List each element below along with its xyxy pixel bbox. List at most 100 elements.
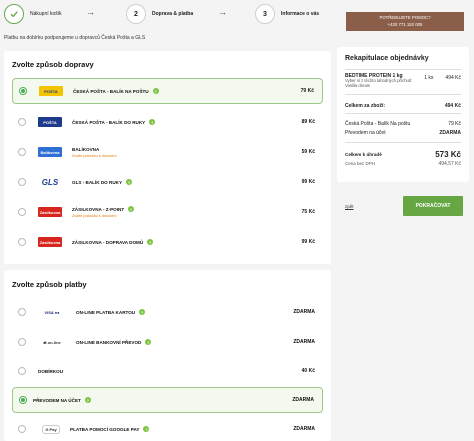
help-icon[interactable]: ?	[149, 119, 156, 125]
radio-button[interactable]	[19, 396, 27, 404]
delivery-section: Zvolte způsob dopravy POŠTA ČESKÁ POŠTA …	[4, 51, 331, 264]
card-logos: VISA ●●	[38, 307, 66, 317]
delivery-option[interactable]: Balíkovna BALÍKOVNA Zvolte pobočku k dor…	[12, 139, 323, 165]
back-link[interactable]: zpět	[345, 204, 354, 209]
payment-option-name: PŘEVODEM NA ÚČET	[33, 397, 81, 403]
help-icon[interactable]: ?	[145, 339, 152, 345]
radio-button[interactable]	[18, 148, 26, 156]
step-cart-label: Nákupní košík	[30, 11, 62, 17]
zasilkovna-logo: Zásilkovna	[38, 207, 62, 217]
radio-button[interactable]	[18, 238, 26, 246]
step-number: 2	[126, 4, 146, 24]
step-cart[interactable]: Nákupní košík	[4, 4, 62, 24]
vat-price: 494,57 Kč	[438, 161, 461, 167]
payment-price: ZDARMA	[439, 130, 461, 136]
payment-option[interactable]: DOBÍRKOU 40 Kč	[12, 358, 323, 384]
radio-button[interactable]	[18, 425, 26, 433]
support-phone: +420 771 152 005	[387, 22, 423, 27]
pickup-point-hint[interactable]: Zvolte pobočku k doručení	[72, 214, 302, 218]
order-summary: Rekapitulace objednávky BEDTIME PROTEIN …	[337, 47, 469, 182]
ceska-posta-logo: POŠTA	[38, 117, 62, 127]
delivery-title: Zvolte způsob dopravy	[12, 60, 94, 69]
radio-button[interactable]	[18, 367, 26, 375]
delivery-option-name: ČESKÁ POŠTA - BALÍK NA POŠTU	[73, 88, 149, 94]
payment-label: Převodem na účet	[345, 130, 386, 136]
step-number: 3	[255, 4, 275, 24]
help-icon[interactable]: ?	[84, 397, 91, 403]
payment-option-price: ZDARMA	[293, 339, 315, 345]
radio-button[interactable]	[18, 338, 26, 346]
gls-logo: GLS	[38, 177, 62, 187]
payment-option[interactable]: PŘEVODEM NA ÚČET? ZDARMA	[12, 387, 323, 413]
delivery-option-name: BALÍKOVNA	[72, 146, 100, 152]
delivery-option-name: ČESKÁ POŠTA - BALÍK DO RUKY	[72, 119, 146, 125]
support-button[interactable]: POTŘEBUJETE POMOC? +420 771 152 005	[346, 12, 464, 31]
total-label: Celkem k úhradě	[345, 152, 382, 157]
radio-button[interactable]	[18, 308, 26, 316]
delivery-option-price: 79 Kč	[300, 88, 314, 94]
delivery-option-price: 75 Kč	[301, 209, 315, 215]
delivery-option-name: GLS - BALÍK DO RUKY	[72, 179, 123, 185]
delivery-option-price: 59 Kč	[301, 149, 315, 155]
summary-title: Rekapitulace objednávky	[345, 55, 429, 62]
payment-option[interactable]: G Pay PLATBA POMOCÍ GOOGLE PAY? ZDARMA	[12, 416, 323, 441]
arrow-right-icon: →	[218, 7, 227, 17]
help-icon[interactable]: ?	[152, 88, 159, 94]
delivery-option-price: 89 Kč	[301, 119, 315, 125]
step-info: 3 Informace o vás	[255, 4, 319, 24]
delivery-option-price: 99 Kč	[301, 179, 315, 185]
payment-option[interactable]: ⇄ on-line ON-LINE BANKOVNÍ PŘEVOD? ZDARM…	[12, 329, 323, 355]
vat-label: Cena bez DPH	[345, 161, 376, 166]
delivery-option[interactable]: POŠTA ČESKÁ POŠTA - BALÍK DO RUKY? 89 Kč	[12, 109, 323, 135]
payment-title: Zvolte způsob platby	[12, 280, 87, 289]
google-pay-logo: G Pay	[42, 424, 60, 434]
payment-option-price: ZDARMA	[293, 309, 315, 315]
delivery-option-price: 99 Kč	[301, 239, 315, 245]
radio-button[interactable]	[18, 208, 26, 216]
balikovna-logo: Balíkovna	[38, 147, 62, 157]
payment-section: Zvolte způsob platby VISA ●● ON-LINE PLA…	[4, 270, 331, 441]
delivery-option[interactable]: GLS GLS - BALÍK DO RUKY? 99 Kč	[12, 169, 323, 195]
divider	[345, 69, 461, 70]
step-info-label: Informace o vás	[281, 11, 320, 17]
delivery-option[interactable]: Zásilkovna ZÁSILKOVNA - Z-POINT? Zvolte …	[12, 199, 323, 225]
delivery-option-name: ZÁSILKOVNA - Z-POINT	[72, 206, 125, 212]
payment-option-name: DOBÍRKOU	[38, 368, 64, 374]
zasilkovna-logo: Zásilkovna	[38, 237, 62, 247]
payment-option-price: ZDARMA	[293, 426, 315, 432]
shipping-label: Česká Pošta - Balík Na poštu	[345, 121, 411, 127]
help-icon[interactable]: ?	[143, 426, 150, 432]
step-shipping-label: Doprava & platba	[152, 11, 194, 17]
items-total-label: Celkem za zboží:	[345, 103, 386, 109]
product-description: Vyber si z těchto lahodných příchutí: Va…	[345, 78, 413, 88]
help-icon[interactable]: ?	[128, 206, 135, 212]
continue-button[interactable]: POKRAČOVAT	[403, 196, 463, 216]
ceska-posta-logo: POŠTA	[39, 86, 63, 96]
delivery-option[interactable]: Zásilkovna ZÁSILKOVNA - DOPRAVA DOMŮ? 99…	[12, 229, 323, 255]
product-qty: 1 ks	[424, 75, 434, 81]
delivery-option[interactable]: POŠTA ČESKÁ POŠTA - BALÍK NA POŠTU? 79 K…	[12, 78, 323, 104]
delivery-option-name: ZÁSILKOVNA - DOPRAVA DOMŮ	[72, 239, 144, 245]
product-price: 494 Kč	[445, 75, 461, 81]
bank-transfer-logo: ⇄ on-line	[38, 337, 66, 347]
help-icon[interactable]: ?	[147, 239, 154, 245]
radio-button[interactable]	[19, 87, 27, 95]
radio-button[interactable]	[18, 178, 26, 186]
total-price: 573 Kč	[435, 150, 461, 159]
divider	[345, 94, 461, 95]
check-icon	[4, 4, 24, 24]
help-icon[interactable]: ?	[126, 179, 133, 185]
support-label: POTŘEBUJETE POMOC?	[379, 15, 431, 20]
items-total: 494 Kč	[444, 103, 461, 109]
arrow-right-icon: →	[86, 7, 95, 17]
payment-option-price: 40 Kč	[301, 368, 315, 374]
divider	[345, 113, 461, 114]
divider	[345, 142, 461, 143]
step-shipping-payment: 2 Doprava & platba	[126, 4, 193, 24]
help-icon[interactable]: ?	[139, 309, 146, 315]
radio-button[interactable]	[18, 118, 26, 126]
shipping-price: 79 Kč	[448, 121, 461, 127]
pickup-point-hint[interactable]: Zvolte pobočku k doručení	[72, 154, 302, 158]
payment-option-price: ZDARMA	[292, 397, 314, 403]
payment-option[interactable]: VISA ●● ON-LINE PLATBA KARTOU? ZDARMA	[12, 299, 323, 325]
